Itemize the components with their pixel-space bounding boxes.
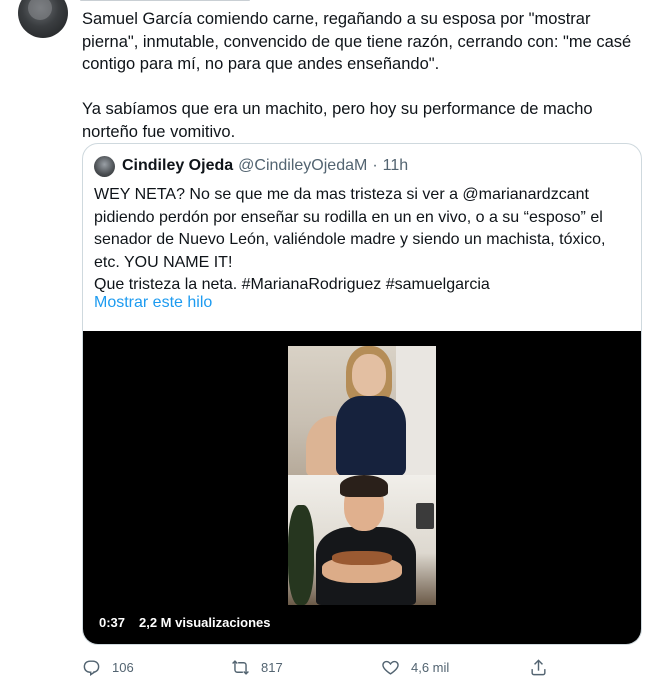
- quoted-text-line: senador de Nuevo León, valiéndole madre …: [94, 231, 606, 249]
- video-frame-top: [288, 346, 436, 476]
- quoted-text-line: WEY NETA? No se que me da mas tristeza s…: [94, 186, 589, 203]
- tweet-actions: 106 817 4,6 mil: [0, 654, 655, 680]
- quoted-tweet-time[interactable]: 11h: [383, 157, 409, 175]
- like-button[interactable]: 4,6 mil: [381, 654, 449, 680]
- video-frame-bottom: [288, 475, 436, 605]
- quoted-tweet-text: WEY NETA? No se que me da mas tristeza s…: [94, 184, 634, 297]
- quoted-tweet-header: Cindiley Ojeda @CindileyOjedaM · 11h: [94, 155, 408, 177]
- retweet-button[interactable]: 817: [231, 654, 283, 680]
- quoted-author-avatar: [94, 155, 115, 177]
- like-count: 4,6 mil: [411, 659, 450, 675]
- reply-button[interactable]: 106: [82, 654, 134, 680]
- quoted-text-line: pidiendo perdón por enseñar su rodilla e…: [94, 208, 603, 226]
- tweet-paragraph: Samuel García comiendo carne, regañando …: [82, 10, 632, 74]
- previous-tweet-sliver: [80, 0, 280, 4]
- quoted-author-name[interactable]: Cindiley Ojeda: [122, 157, 233, 175]
- separator-dot: ·: [372, 157, 378, 174]
- tweet-text: Samuel García comiendo carne, regañando …: [82, 8, 642, 144]
- author-avatar[interactable]: [18, 0, 68, 38]
- reply-count: 106: [112, 659, 134, 675]
- show-thread-link[interactable]: Mostrar este hilo: [94, 294, 212, 312]
- retweet-icon: [232, 659, 249, 675]
- video-player[interactable]: 0:37 2,2 M visualizaciones: [83, 331, 641, 644]
- video-views: 2,2 M visualizaciones: [139, 615, 271, 630]
- share-icon: [531, 658, 546, 675]
- share-button[interactable]: [529, 654, 548, 680]
- quoted-text-line: etc. YOU NAME IT!: [94, 253, 233, 271]
- video-duration: 0:37: [99, 615, 126, 630]
- quoted-author-handle[interactable]: @CindileyOjedaM: [238, 157, 367, 175]
- tweet-paragraph: Ya sabíamos que era un machito, pero hoy…: [82, 100, 593, 141]
- reply-icon: [83, 659, 100, 676]
- retweet-count: 817: [261, 659, 283, 675]
- quoted-tweet-card[interactable]: Cindiley Ojeda @CindileyOjedaM · 11h WEY…: [82, 143, 642, 645]
- heart-icon: [382, 660, 399, 675]
